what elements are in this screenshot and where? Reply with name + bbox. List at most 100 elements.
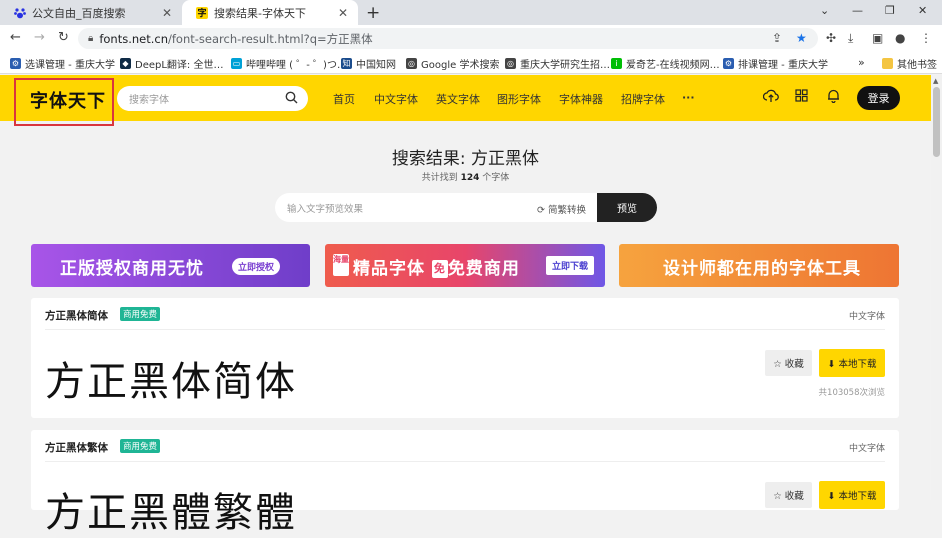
scroll-up-arrow-icon[interactable]: ▲ bbox=[933, 77, 938, 85]
banner-text: 设计师都在用的字体工具 bbox=[663, 259, 861, 279]
other-bookmarks-folder[interactable]: 其他书签 bbox=[882, 56, 937, 71]
close-icon[interactable]: ✕ bbox=[338, 6, 348, 20]
extensions-puzzle-icon[interactable]: ✣ bbox=[826, 31, 836, 45]
banner-designer-tools[interactable]: 设计师都在用的字体工具 bbox=[619, 244, 899, 287]
bookmark-label: 中国知网 bbox=[356, 60, 396, 71]
nav-sign-fonts[interactable]: 招牌字体 bbox=[621, 91, 665, 107]
upload-cloud-icon[interactable] bbox=[762, 89, 779, 107]
bookmark-item[interactable]: ▭ 哔哩哔哩 ( ゜- ゜)つ… bbox=[231, 56, 347, 71]
browser-tab-strip: 公文自由_百度搜索 ✕ 字 搜索结果-字体天下 ✕ + ⌄ — ❐ ✕ bbox=[0, 0, 942, 25]
bookmark-label: 选课管理 - 重庆大学 bbox=[25, 60, 115, 71]
search-icon[interactable] bbox=[285, 91, 298, 107]
commercial-free-badge: 商用免费 bbox=[120, 439, 161, 453]
bookmark-label: 重庆大学研究生招… bbox=[520, 60, 610, 71]
tab-baidu[interactable]: 公文自由_百度搜索 ✕ bbox=[0, 0, 182, 25]
search-placeholder: 搜索字体 bbox=[129, 95, 169, 106]
login-button[interactable]: 登录 bbox=[857, 86, 900, 110]
bookmark-favicon-icon: ◆ bbox=[120, 58, 131, 69]
forward-arrow-icon[interactable]: → bbox=[34, 30, 45, 45]
nav-home[interactable]: 首页 bbox=[333, 91, 355, 107]
menu-kebab-icon[interactable]: ⋮ bbox=[920, 31, 932, 45]
tab-fonts-search[interactable]: 字 搜索结果-字体天下 ✕ bbox=[182, 0, 358, 25]
nav-font-tools[interactable]: 字体神器 bbox=[559, 91, 603, 107]
site-logo[interactable]: 字体天下 bbox=[30, 87, 106, 113]
preview-text-bar: 输入文字预览效果 ⟳ 简繁转换 预览 bbox=[275, 193, 657, 222]
view-count: 共103058次浏览 bbox=[818, 388, 885, 398]
divider bbox=[45, 329, 885, 330]
bookmark-item[interactable]: ⚙ 选课管理 - 重庆大学 bbox=[10, 56, 115, 71]
simplified-traditional-toggle[interactable]: ⟳ 简繁转换 bbox=[537, 202, 586, 216]
address-bar[interactable]: 🔒︎ fonts.net.cn/font-search-result.html?… bbox=[78, 28, 818, 49]
tab-title: 公文自由_百度搜索 bbox=[32, 6, 126, 20]
bookmark-favicon-icon: i bbox=[611, 58, 622, 69]
preview-button[interactable]: 预览 bbox=[597, 193, 657, 222]
bookmark-item[interactable]: ◆ DeepL翻译: 全世… bbox=[120, 56, 223, 71]
minimize-button[interactable]: — bbox=[852, 4, 863, 17]
restore-button[interactable]: ❐ bbox=[885, 4, 895, 17]
bookmark-label: 其他书签 bbox=[897, 60, 937, 71]
bookmark-label: Google 学术搜索 bbox=[421, 60, 500, 71]
nav-more[interactable]: ··· bbox=[682, 91, 695, 104]
banner-text: 精品字体 免免费商用 bbox=[353, 259, 520, 279]
bookmark-item[interactable]: 知中国知网 bbox=[341, 56, 396, 71]
bookmark-item[interactable]: ◎ 重庆大学研究生招… bbox=[505, 56, 610, 71]
profile-avatar-icon[interactable]: ● bbox=[895, 31, 905, 45]
nav-chinese-fonts[interactable]: 中文字体 bbox=[374, 91, 418, 107]
local-download-button[interactable]: ⬇ 本地下载 bbox=[819, 481, 885, 509]
sidebar-icon[interactable]: ▣ bbox=[872, 31, 883, 45]
baidu-paw-icon bbox=[14, 7, 26, 19]
address-toolbar: ← → ↻ 🔒︎ fonts.net.cn/font-search-result… bbox=[0, 25, 942, 52]
page-scrollbar[interactable]: ▲ bbox=[931, 75, 942, 500]
grid-apps-icon[interactable] bbox=[795, 89, 808, 106]
favorite-button[interactable]: ☆ 收藏 bbox=[765, 350, 812, 376]
font-card: 方正黑体简体 商用免费 中文字体 方正黑体简体 ☆ 收藏 ⬇ 本地下载 共103… bbox=[31, 298, 899, 418]
font-category[interactable]: 中文字体 bbox=[849, 441, 885, 454]
authorize-now-button[interactable]: 立即授权 bbox=[232, 258, 281, 275]
font-name[interactable]: 方正黑体繁体 bbox=[45, 440, 108, 455]
new-tab-button[interactable]: + bbox=[366, 3, 380, 23]
close-window-button[interactable]: ✕ bbox=[918, 4, 927, 17]
result-title: 搜索结果: 方正黑体 bbox=[391, 149, 540, 169]
font-sample-text[interactable]: 方正黑體繁體 bbox=[45, 480, 297, 538]
nav-english-fonts[interactable]: 英文字体 bbox=[436, 91, 480, 107]
download-icon[interactable]: ⤓ bbox=[848, 31, 853, 46]
preview-text-input[interactable]: 输入文字预览效果 bbox=[287, 201, 363, 215]
bell-notification-icon[interactable] bbox=[827, 89, 840, 107]
font-card: 方正黑体繁体 商用免费 中文字体 方正黑體繁體 ☆ 收藏 ⬇ 本地下载 bbox=[31, 430, 899, 536]
nav-graphic-fonts[interactable]: 图形字体 bbox=[497, 91, 541, 107]
bookmark-favicon-icon: ⚙ bbox=[723, 58, 734, 69]
bookmarks-overflow-button[interactable]: » bbox=[858, 56, 865, 69]
url-path: /font-search-result.html?q=方正黑体 bbox=[168, 31, 373, 46]
tab-search-icon[interactable]: ⌄ bbox=[820, 4, 829, 17]
bookmark-label: 哔哩哔哩 ( ゜- ゜)つ… bbox=[246, 60, 347, 71]
share-icon[interactable]: ⇪ bbox=[772, 31, 782, 45]
close-icon[interactable]: ✕ bbox=[162, 6, 172, 20]
bookmark-star-icon[interactable]: ★ bbox=[796, 31, 807, 45]
tab-title: 搜索结果-字体天下 bbox=[214, 6, 306, 20]
favorite-button[interactable]: ☆ 收藏 bbox=[765, 482, 812, 508]
result-count-number: 124 bbox=[460, 173, 480, 183]
font-sample-text[interactable]: 方正黑体简体 bbox=[45, 349, 297, 407]
scrollbar-thumb[interactable] bbox=[933, 87, 940, 157]
download-now-button[interactable]: 立即下载 bbox=[546, 256, 595, 275]
font-name[interactable]: 方正黑体简体 bbox=[45, 308, 108, 323]
bookmark-item[interactable]: ⚙ 排课管理 - 重庆大学 bbox=[723, 56, 828, 71]
font-category[interactable]: 中文字体 bbox=[849, 309, 885, 322]
bookmark-label: DeepL翻译: 全世… bbox=[135, 60, 224, 71]
convert-icon: ⟳ bbox=[537, 205, 545, 216]
back-arrow-icon[interactable]: ← bbox=[10, 30, 21, 45]
bookmark-item[interactable]: i 爱奇艺-在线视频网… bbox=[611, 56, 720, 71]
bookmark-label: 爱奇艺-在线视频网… bbox=[626, 60, 720, 71]
commercial-free-badge: 商用免费 bbox=[120, 307, 161, 321]
banner-free-fonts[interactable]: 海量 精品字体 免免费商用 立即下载 bbox=[325, 244, 605, 287]
local-download-button[interactable]: ⬇ 本地下载 bbox=[819, 349, 885, 377]
banner-text: 正版授权商用无忧 bbox=[60, 259, 204, 279]
reload-icon[interactable]: ↻ bbox=[58, 30, 69, 45]
bookmark-item[interactable]: ◎ Google 学术搜索 bbox=[406, 56, 499, 71]
banner-license[interactable]: 正版授权商用无忧 立即授权 bbox=[31, 244, 310, 287]
header-search-input[interactable]: 搜索字体 bbox=[117, 86, 308, 111]
banner-tag: 海量 bbox=[333, 254, 349, 276]
site-favicon-icon: 字 bbox=[196, 6, 208, 19]
folder-icon bbox=[882, 58, 893, 69]
bookmark-favicon-icon: 知 bbox=[341, 58, 352, 69]
